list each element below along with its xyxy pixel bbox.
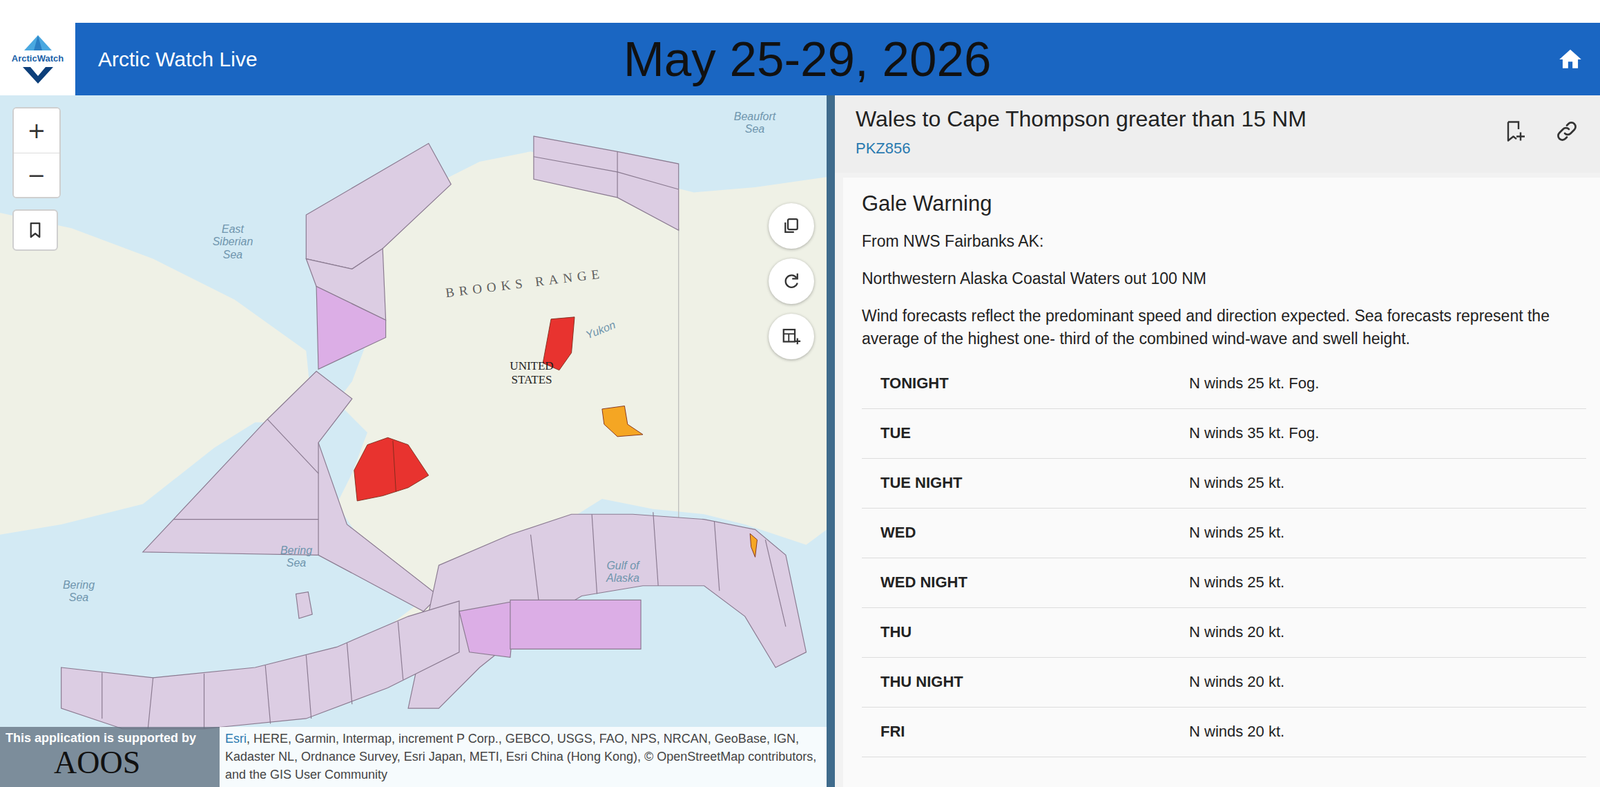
forecast-text: N winds 20 kt. bbox=[1189, 622, 1587, 641]
alert-area[interactable] bbox=[354, 437, 429, 501]
forecast-table: TONIGHT N winds 25 kt. Fog.TUE N winds 3… bbox=[861, 359, 1587, 757]
refresh-icon bbox=[781, 270, 802, 292]
forecast-row: WED N winds 25 kt. bbox=[861, 508, 1587, 558]
warning-card: Gale Warning From NWS Fairbanks AK: Nort… bbox=[843, 177, 1600, 787]
marine-zone[interactable] bbox=[296, 591, 313, 619]
top-strip bbox=[0, 0, 1600, 23]
page: ArcticWatch Arctic Watch Live May 25-29,… bbox=[0, 0, 1600, 787]
table-plus-icon bbox=[781, 325, 802, 347]
marine-zone[interactable] bbox=[305, 142, 451, 269]
forecast-period: WED NIGHT bbox=[880, 573, 1190, 592]
forecast-period: THU NIGHT bbox=[880, 672, 1190, 691]
aoos-logo[interactable]: AOOS bbox=[53, 745, 215, 781]
zoom-out-button[interactable]: − bbox=[13, 152, 60, 197]
forecast-row: WED NIGHT N winds 25 kt. bbox=[861, 557, 1587, 608]
logo[interactable]: ArcticWatch bbox=[0, 22, 76, 96]
date-title: May 25-29, 2026 bbox=[623, 31, 992, 88]
forecast-period: THU bbox=[880, 622, 1190, 641]
panel-divider[interactable] bbox=[826, 95, 835, 787]
highlighted-zone[interactable] bbox=[510, 599, 641, 649]
map-label: East Siberian Sea bbox=[212, 223, 254, 262]
forecast-text: N winds 20 kt. bbox=[1189, 722, 1587, 741]
forecast-period: TUE NIGHT bbox=[880, 473, 1190, 492]
forecast-row: THU NIGHT N winds 20 kt. bbox=[861, 657, 1587, 708]
bookmark-button[interactable] bbox=[12, 209, 59, 251]
forecast-text: N winds 35 kt. Fog. bbox=[1189, 423, 1587, 442]
alert-area[interactable] bbox=[602, 405, 643, 436]
map-label: Gulf of Alaska bbox=[606, 559, 640, 585]
warning-source: From NWS Fairbanks AK: bbox=[861, 229, 1587, 253]
map-footer: This application is supported by AOOS Es… bbox=[0, 726, 827, 787]
forecast-row: THU N winds 20 kt. bbox=[861, 607, 1587, 658]
warning-area: Northwestern Alaska Coastal Waters out 1… bbox=[861, 267, 1587, 290]
link-icon[interactable] bbox=[1554, 118, 1580, 144]
map-canvas[interactable] bbox=[0, 95, 827, 787]
forecast-row: TONIGHT N winds 25 kt. Fog. bbox=[861, 359, 1587, 409]
marine-zone[interactable] bbox=[533, 136, 679, 230]
zoom-control: + − bbox=[12, 107, 61, 199]
marine-zone[interactable] bbox=[61, 600, 460, 729]
map[interactable]: Beaufort SeaEast Siberian SeaBROOKS RANG… bbox=[0, 95, 827, 787]
forecast-period: FRI bbox=[880, 722, 1190, 741]
main-area: Beaufort SeaEast Siberian SeaBROOKS RANG… bbox=[0, 95, 1600, 787]
logo-w-icon bbox=[22, 64, 54, 86]
forecast-text: N winds 25 kt. Fog. bbox=[1189, 374, 1587, 393]
zone-title: Wales to Cape Thompson greater than 15 N… bbox=[855, 104, 1475, 134]
panel-header: Wales to Cape Thompson greater than 15 N… bbox=[834, 95, 1600, 173]
bookmark-icon bbox=[24, 219, 46, 241]
zone-id-link[interactable]: PKZ856 bbox=[855, 139, 1475, 158]
forecast-text: N winds 25 kt. bbox=[1189, 473, 1587, 492]
home-icon[interactable] bbox=[1557, 46, 1584, 73]
copy-icon bbox=[781, 215, 802, 237]
add-table-button[interactable] bbox=[768, 313, 815, 360]
marine-zone[interactable] bbox=[408, 513, 806, 708]
highlighted-zone[interactable] bbox=[459, 600, 516, 657]
marine-zone[interactable] bbox=[142, 370, 440, 611]
esri-link[interactable]: Esri bbox=[225, 731, 247, 746]
refresh-button[interactable] bbox=[768, 258, 815, 304]
forecast-text: N winds 25 kt. bbox=[1189, 523, 1587, 542]
forecast-period: WED bbox=[880, 523, 1190, 542]
map-tools bbox=[768, 203, 815, 360]
zoom-in-button[interactable]: + bbox=[13, 108, 60, 153]
forecast-text: N winds 25 kt. bbox=[1189, 573, 1587, 592]
highlighted-zone[interactable] bbox=[316, 285, 386, 369]
forecast-period: TUE bbox=[880, 423, 1190, 442]
alert-area[interactable] bbox=[749, 533, 757, 557]
forecast-row: TUE N winds 35 kt. Fog. bbox=[861, 408, 1587, 459]
forecast-period: TONIGHT bbox=[880, 374, 1190, 393]
logo-peak-icon bbox=[24, 32, 52, 54]
supporter-box: This application is supported by AOOS bbox=[0, 726, 220, 787]
warning-title: Gale Warning bbox=[861, 191, 1587, 217]
supported-by-text: This application is supported by bbox=[5, 730, 215, 746]
map-label: Bering Sea bbox=[280, 544, 313, 570]
map-attribution: Esri, HERE, Garmin, Intermap, increment … bbox=[219, 726, 827, 787]
map-label: Bering Sea bbox=[62, 578, 95, 605]
logo-text: ArcticWatch bbox=[11, 53, 64, 64]
map-label: Beaufort Sea bbox=[734, 110, 776, 137]
forecast-panel: Wales to Cape Thompson greater than 15 N… bbox=[834, 95, 1600, 787]
app-title: Arctic Watch Live bbox=[98, 47, 258, 72]
bookmark-add-icon[interactable] bbox=[1501, 118, 1527, 144]
header: ArcticWatch Arctic Watch Live May 25-29,… bbox=[0, 22, 1600, 96]
map-label: UNITED STATES bbox=[509, 359, 554, 387]
forecast-row: FRI N winds 20 kt. bbox=[861, 707, 1587, 757]
forecast-text: N winds 20 kt. bbox=[1189, 672, 1587, 691]
warning-note: Wind forecasts reflect the predominant s… bbox=[861, 304, 1587, 349]
forecast-row: TUE NIGHT N winds 25 kt. bbox=[861, 458, 1587, 509]
copy-button[interactable] bbox=[768, 203, 815, 249]
